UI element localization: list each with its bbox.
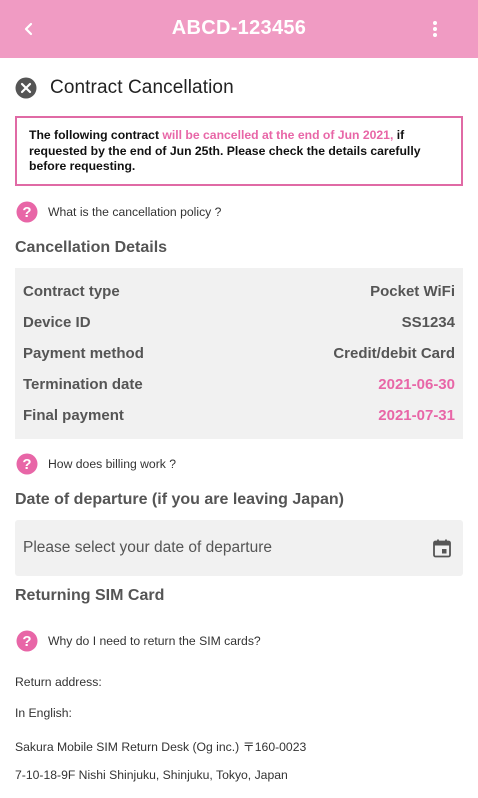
billing-help-label: How does billing work ? xyxy=(48,457,177,471)
sim-return-help-label: Why do I need to return the SIM cards? xyxy=(48,634,261,648)
return-address-line-1: Sakura Mobile SIM Return Desk (Og inc.) … xyxy=(15,740,307,754)
detail-value: 2021-06-30 xyxy=(378,376,455,393)
detail-label: Contract type xyxy=(23,283,120,300)
detail-row-termination-date: Termination date 2021-06-30 xyxy=(23,369,455,400)
cancellation-policy-label: What is the cancellation policy ? xyxy=(48,205,222,219)
return-address-line-2: 7-10-18-9F Nishi Shinjuku, Shinjuku, Tok… xyxy=(15,768,288,782)
cancellation-details-title: Cancellation Details xyxy=(15,239,168,256)
detail-label: Termination date xyxy=(23,376,143,393)
notice-highlight: will be cancelled at the end of Jun 2021… xyxy=(162,128,394,142)
detail-row-device-id: Device ID SS1234 xyxy=(23,307,455,338)
returning-sim-title: Returning SIM Card xyxy=(15,587,165,604)
billing-help-link[interactable]: ? How does billing work ? xyxy=(16,453,176,475)
svg-text:?: ? xyxy=(22,456,31,473)
detail-value: 2021-07-31 xyxy=(378,407,455,424)
detail-row-contract-type: Contract type Pocket WiFi xyxy=(23,276,455,307)
departure-date-placeholder: Please select your date of departure xyxy=(23,539,273,556)
detail-row-payment-method: Payment method Credit/debit Card xyxy=(23,338,455,369)
more-menu-button[interactable] xyxy=(420,14,450,44)
detail-label: Device ID xyxy=(23,314,91,331)
cancellation-notice: The following contract will be cancelled… xyxy=(15,116,463,186)
svg-text:?: ? xyxy=(22,204,31,221)
help-circle-icon: ? xyxy=(16,453,38,475)
detail-row-final-payment: Final payment 2021-07-31 xyxy=(23,400,455,431)
cancellation-details-panel: Contract type Pocket WiFi Device ID SS12… xyxy=(15,268,463,439)
departure-date-input[interactable]: Please select your date of departure xyxy=(15,520,463,576)
close-circle-icon[interactable] xyxy=(15,77,37,99)
detail-value: SS1234 xyxy=(401,314,455,331)
calendar-icon[interactable] xyxy=(431,537,453,559)
notice-text-start: The following contract xyxy=(29,128,163,142)
detail-label: Payment method xyxy=(23,345,144,362)
page-title: Contract Cancellation xyxy=(50,77,234,98)
detail-label: Final payment xyxy=(23,407,124,424)
return-address-language: In English: xyxy=(15,706,72,720)
more-vertical-icon xyxy=(433,21,437,37)
detail-value: Pocket WiFi xyxy=(370,283,455,300)
help-circle-icon: ? xyxy=(16,630,38,652)
departure-date-title: Date of departure (if you are leaving Ja… xyxy=(15,491,344,508)
contract-id-title: ABCD-123456 xyxy=(171,17,307,39)
sim-return-help-link[interactable]: ? Why do I need to return the SIM cards? xyxy=(16,630,261,652)
detail-value: Credit/debit Card xyxy=(333,345,455,362)
cancellation-policy-link[interactable]: ? What is the cancellation policy ? xyxy=(16,201,221,223)
svg-text:?: ? xyxy=(22,633,31,650)
return-address-heading: Return address: xyxy=(15,675,102,689)
app-bar: ABCD-123456 xyxy=(0,0,478,58)
help-circle-icon: ? xyxy=(16,201,38,223)
page-header: Contract Cancellation xyxy=(15,74,234,102)
